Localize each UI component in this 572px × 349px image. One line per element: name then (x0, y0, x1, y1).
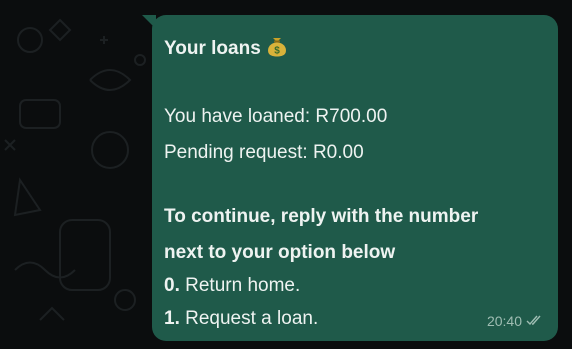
option-label: Request a loan. (179, 308, 319, 329)
bubble-tail (142, 15, 156, 29)
option-number: 1. (164, 308, 180, 329)
message-meta: 20:40 (487, 313, 544, 329)
message-title: Your loans (164, 38, 261, 59)
pending-request: Pending request: R0.00 (164, 142, 364, 163)
message-title-line: Your loans $ (164, 35, 287, 64)
option-number: 0. (164, 275, 180, 296)
option-request-loan: 1. Request a loan. (164, 307, 318, 331)
option-label: Return home. (179, 275, 301, 296)
double-check-icon (526, 313, 544, 329)
instruction-line-2: next to your option below (164, 242, 396, 263)
instruction-line-1: To continue, reply with the number (164, 206, 479, 227)
svg-text:$: $ (274, 46, 280, 57)
option-return-home: 0. Return home. (164, 274, 300, 298)
message-time: 20:40 (486, 313, 522, 329)
chat-background: Your loans $ You have loaned: R700.00 Pe… (0, 0, 572, 349)
loaned-amount: You have loaned: R700.00 (164, 106, 388, 127)
message-bubble[interactable]: Your loans $ You have loaned: R700.00 Pe… (142, 15, 558, 341)
money-bag-icon: $ (267, 35, 287, 64)
